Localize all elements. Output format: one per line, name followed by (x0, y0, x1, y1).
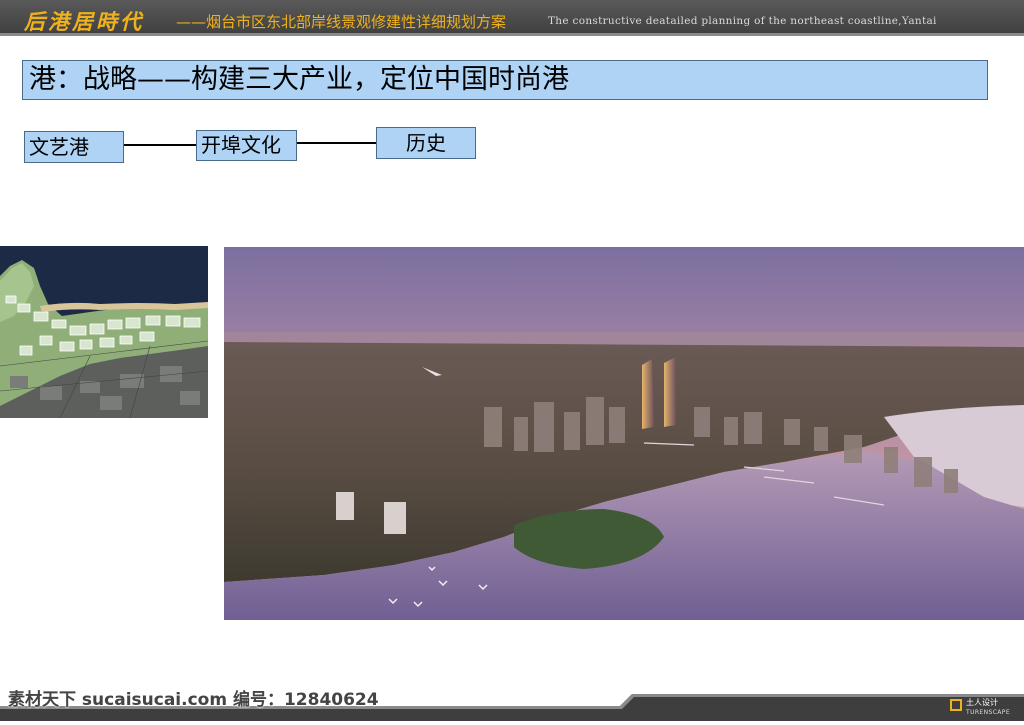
flow-connector (124, 144, 196, 146)
brand-title: 后港居時代 (24, 9, 144, 34)
logo-english: TURENSCAPE (966, 709, 1011, 716)
page-headline: 港：战略——构建三大产业，定位中国时尚港 (22, 60, 988, 100)
flow-node-kaibu-culture: 开埠文化 (196, 130, 297, 161)
flow-node-history: 历史 (376, 127, 476, 159)
logo-chinese: 土人设计 (966, 698, 998, 707)
aerial-rendering (224, 247, 1024, 620)
subtitle-english: The constructive deatailed planning of t… (548, 15, 937, 27)
site-plan-map (0, 246, 208, 418)
flow-node-wenyigang: 文艺港 (24, 131, 124, 163)
watermark-text: 素材天下 sucaisucai.com 编号：12840624 (8, 690, 379, 710)
subtitle-chinese: ——烟台市区东北部岸线景观修建性详细规划方案 (176, 13, 507, 31)
header-stripe (0, 33, 1024, 36)
turenscape-logo-icon (950, 699, 962, 711)
flow-connector (297, 142, 376, 144)
